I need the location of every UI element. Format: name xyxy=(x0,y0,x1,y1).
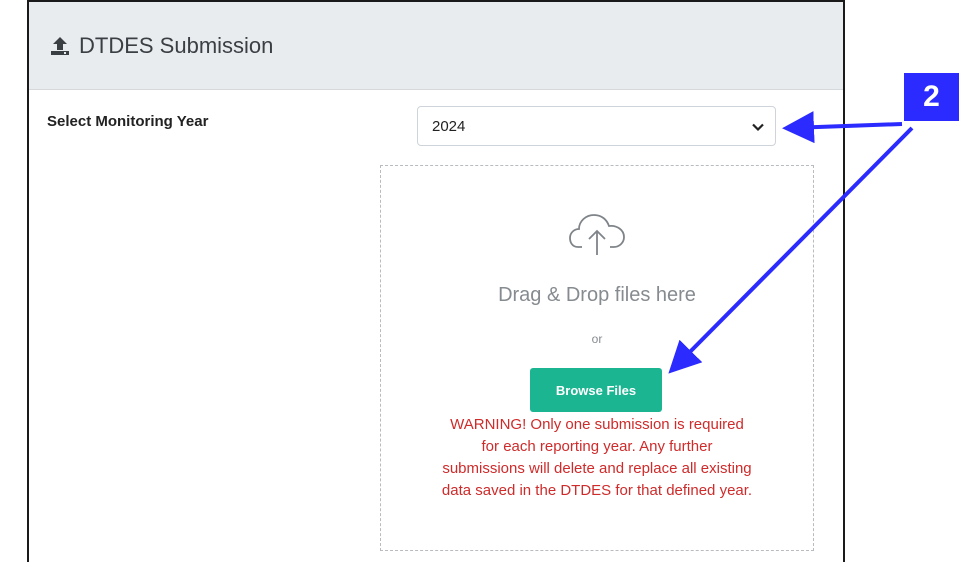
chevron-down-icon xyxy=(752,123,764,132)
file-dropzone[interactable]: Drag & Drop files here or Browse Files W… xyxy=(380,165,814,551)
upload-icon xyxy=(51,36,69,55)
browse-files-button[interactable]: Browse Files xyxy=(530,368,662,412)
or-text: or xyxy=(591,332,603,346)
warning-line: data saved in the DTDES for that defined… xyxy=(441,482,753,499)
drag-drop-text: Drag & Drop files here xyxy=(498,284,696,306)
panel-header: DTDES Submission xyxy=(29,2,843,90)
monitoring-year-value: 2024 xyxy=(432,117,466,135)
warning-line: WARNING! Only one submission is required xyxy=(450,416,744,433)
warning-line: for each reporting year. Any further xyxy=(481,438,713,455)
panel-title: DTDES Submission xyxy=(79,32,274,58)
cloud-upload-icon xyxy=(569,214,625,255)
monitoring-year-select[interactable]: 2024 xyxy=(417,106,776,146)
warning-message: WARNING! Only one submission is required… xyxy=(399,414,795,502)
monitoring-year-label: Select Monitoring Year xyxy=(47,113,209,130)
submission-panel: DTDES Submission Select Monitoring Year … xyxy=(27,0,845,562)
annotation-callout: 2 xyxy=(904,73,959,121)
warning-line: submissions will delete and replace all … xyxy=(442,460,752,477)
